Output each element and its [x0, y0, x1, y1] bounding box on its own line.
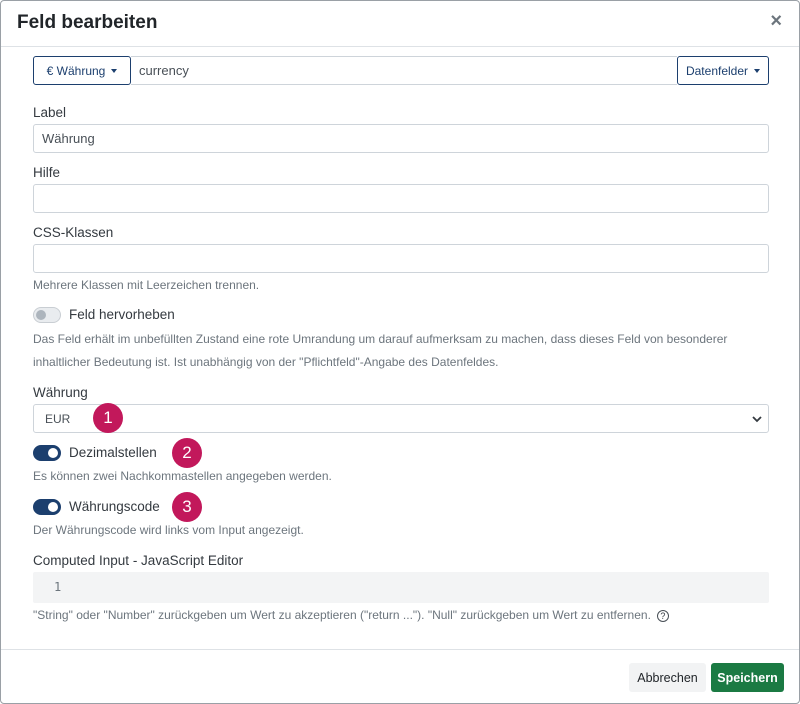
highlight-label: Feld hervorheben: [69, 307, 175, 322]
toggle-knob: [36, 310, 46, 320]
javascript-editor[interactable]: 1: [33, 572, 769, 603]
help-question-icon[interactable]: ?: [656, 609, 669, 622]
dialog-title: Feld bearbeiten: [17, 12, 158, 33]
css-classes-help: Mehrere Klassen mit Leerzeichen trennen.: [33, 278, 260, 292]
decimals-label: Dezimalstellen: [69, 445, 157, 460]
computed-input-label: Computed Input - JavaScript Editor: [33, 553, 244, 568]
decimals-help: Es können zwei Nachkommastellen angegebe…: [33, 469, 332, 483]
highlight-help-line2: inhaltlicher Bedeutung ist. Ist unabhäng…: [33, 355, 499, 369]
cancel-button[interactable]: Abbrechen: [629, 663, 706, 692]
toggle-knob: [48, 448, 58, 458]
css-classes-label: CSS-Klassen: [33, 225, 114, 240]
edit-field-dialog: Feld bearbeiten × € Währung currency Dat…: [0, 0, 800, 704]
field-type-dropdown-button[interactable]: € Währung: [33, 56, 131, 85]
help-field-label: Hilfe: [33, 165, 61, 180]
chevron-down-icon: [752, 416, 762, 423]
currency-select-value: EUR: [45, 411, 71, 426]
currency-select[interactable]: EUR: [33, 404, 769, 433]
highlight-help-line1: Das Feld erhält im unbefüllten Zustand e…: [33, 332, 728, 346]
editor-line-number: 1: [54, 580, 62, 594]
chevron-down-icon: [111, 68, 118, 73]
computed-input-help-row: "String" oder "Number" zurückgeben um We…: [33, 604, 669, 626]
currency-code-label: Währungscode: [69, 499, 160, 514]
datafields-dropdown-button[interactable]: Datenfelder: [677, 56, 769, 85]
annotation-badge-3: 3: [172, 492, 202, 522]
label-field-label: Label: [33, 105, 67, 120]
label-input[interactable]: Währung: [33, 124, 769, 153]
annotation-badge-1: 1: [93, 403, 123, 433]
computed-input-help: "String" oder "Number" zurückgeben um We…: [33, 608, 651, 622]
currency-label: Währung: [33, 385, 88, 400]
datafields-label: Datenfelder: [685, 63, 749, 78]
save-button[interactable]: Speichern: [711, 663, 784, 692]
decimals-toggle[interactable]: [33, 445, 61, 461]
annotation-badge-2: 2: [172, 438, 202, 468]
field-name-input[interactable]: currency: [131, 56, 677, 85]
dialog-header: Feld bearbeiten ×: [1, 1, 799, 47]
close-icon[interactable]: ×: [770, 11, 782, 31]
css-classes-input[interactable]: [33, 244, 769, 273]
help-input[interactable]: [33, 184, 769, 213]
chevron-down-icon: [754, 68, 761, 73]
toggle-knob: [48, 502, 58, 512]
footer-divider: [1, 649, 799, 650]
field-type-label: € Währung: [46, 63, 106, 78]
currency-code-toggle[interactable]: [33, 499, 61, 515]
highlight-toggle[interactable]: [33, 307, 61, 323]
currency-code-help: Der Währungscode wird links vom Input an…: [33, 523, 304, 537]
